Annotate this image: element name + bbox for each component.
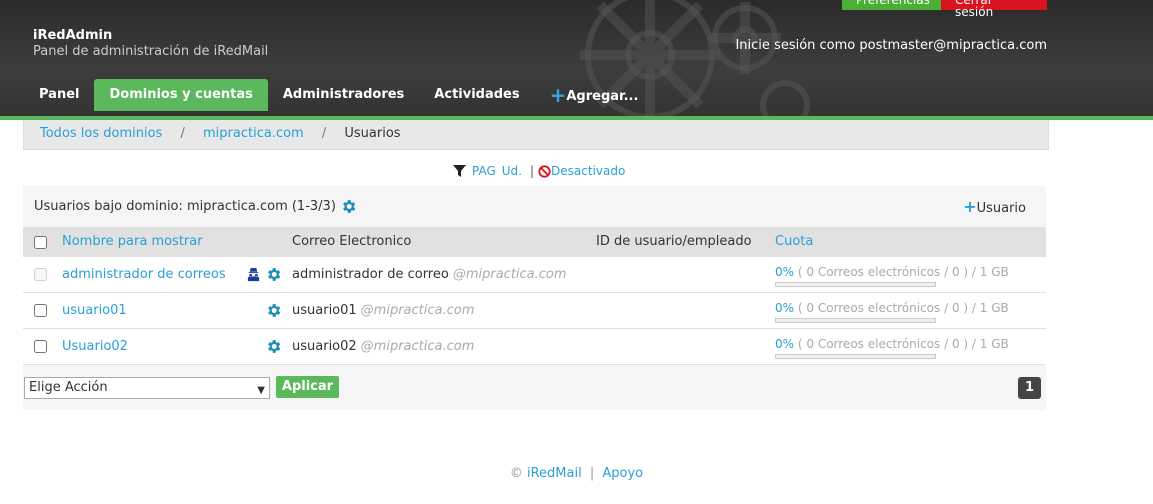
email-domain: @mipractica.com	[360, 339, 475, 354]
column-quota[interactable]: Cuota	[775, 227, 813, 257]
add-user-button[interactable]: +Usuario	[963, 197, 1026, 216]
row-checkbox-cell	[34, 329, 47, 364]
header-checkbox-cell	[34, 227, 47, 257]
gear-icon[interactable]	[265, 302, 282, 319]
user-display-name[interactable]: Usuario02	[62, 329, 128, 364]
nav-panel[interactable]: Panel	[24, 79, 94, 111]
quota-detail: ( 0 Correos electrónicos / 0 ) / 1 GB	[797, 301, 1009, 315]
logout-button[interactable]: Cerrar sesión	[941, 0, 1047, 18]
row-icons	[242, 257, 282, 292]
login-info: Inicie sesión como postmaster@mipractica…	[735, 38, 1047, 53]
add-user-label: Usuario	[976, 201, 1026, 216]
filter-separator: |	[529, 164, 535, 178]
quota-bar	[775, 318, 936, 323]
email-domain: @mipractica.com	[360, 303, 475, 318]
row-checkbox[interactable]	[34, 340, 47, 353]
quota-bar	[775, 282, 936, 287]
gear-icon[interactable]	[265, 338, 282, 355]
row-icons	[242, 329, 282, 364]
gear-icon[interactable]	[265, 266, 282, 283]
table-row: Usuario02 usuario02 @mipractica.com 0% ( …	[23, 329, 1046, 365]
column-user-id: ID de usuario/empleado	[596, 234, 752, 249]
preferences-button[interactable]: Preferencias	[842, 0, 941, 10]
action-select-value: Elige Acción	[29, 380, 108, 395]
quota-detail: ( 0 Correos electrónicos / 0 ) / 1 GB	[797, 265, 1009, 279]
table-row: administrador de correos administrador d…	[23, 257, 1046, 293]
chevron-down-icon: ▼	[257, 385, 265, 396]
table-header: Nombre para mostrar Correo Electronico I…	[23, 227, 1046, 257]
email-user: administrador de correo	[292, 267, 449, 282]
user-display-name[interactable]: usuario01	[62, 293, 127, 328]
disabled-icon	[538, 164, 551, 178]
nav-add-label: Agregar...	[566, 89, 639, 104]
app-title: iRedAdmin	[33, 28, 113, 43]
email-domain: @mipractica.com	[452, 267, 567, 282]
breadcrumb-all-domains[interactable]: Todos los dominios	[40, 126, 162, 141]
user-quota: 0% ( 0 Correos electrónicos / 0 ) / 1 GB	[775, 329, 1009, 364]
nav-activities[interactable]: Actividades	[419, 79, 534, 111]
user-email: usuario01 @mipractica.com	[292, 293, 474, 328]
nav-domains-accounts[interactable]: Dominios y cuentas	[94, 79, 268, 111]
quota-percent: 0%	[775, 265, 795, 279]
quota-text: 0% ( 0 Correos electrónicos / 0 ) / 1 GB	[775, 265, 1009, 279]
select-all-checkbox[interactable]	[34, 235, 47, 249]
user-email: usuario02 @mipractica.com	[292, 329, 474, 364]
breadcrumb-domain[interactable]: mipractica.com	[203, 126, 304, 141]
breadcrumb: Todos los dominios / mipractica.com / Us…	[23, 120, 1049, 150]
iredmail-link[interactable]: iRedMail	[527, 466, 582, 481]
breadcrumb-separator: /	[180, 126, 185, 141]
copyright-symbol: ©	[509, 466, 523, 481]
main-nav: Panel Dominios y cuentas Administradores…	[24, 79, 653, 111]
quota-percent: 0%	[775, 301, 795, 315]
page-footer: © iRedMail | Apoyo	[0, 466, 1153, 481]
header: iRedAdmin Panel de administración de iRe…	[0, 0, 1153, 116]
filter-disabled-link[interactable]: Desactivado	[551, 164, 625, 178]
quota-detail: ( 0 Correos electrónicos / 0 ) / 1 GB	[797, 337, 1009, 351]
row-icons	[242, 293, 282, 328]
admin-spy-icon	[247, 267, 260, 282]
row-checkbox-cell	[34, 257, 47, 292]
table-row: usuario01 usuario01 @mipractica.com 0% ( …	[23, 293, 1046, 329]
row-checkbox	[34, 268, 47, 281]
row-checkbox-cell	[34, 293, 47, 328]
nav-administrators[interactable]: Administradores	[268, 79, 419, 111]
gear-icon[interactable]	[340, 198, 357, 215]
nav-add[interactable]: +Agregar...	[535, 79, 654, 111]
quota-bar	[775, 354, 936, 359]
support-link[interactable]: Apoyo	[602, 466, 643, 481]
column-quota-label: Cuota	[775, 234, 814, 249]
actions-bar: Elige Acción ▼ Aplicar 1	[23, 376, 1046, 410]
breadcrumb-separator: /	[321, 126, 327, 141]
page-1-button[interactable]: 1	[1018, 377, 1041, 399]
filter-bar: PAG Ud. | Desactivado	[453, 164, 625, 178]
column-email: Correo Electronico	[292, 234, 412, 249]
column-display-name-label: Nombre para mostrar	[62, 234, 203, 249]
email-user: usuario01	[292, 303, 357, 318]
app-subtitle: Panel de administración de iRedMail	[33, 44, 269, 59]
quota-text: 0% ( 0 Correos electrónicos / 0 ) / 1 GB	[775, 301, 1009, 315]
panel-title-text: Usuarios bajo dominio: mipractica.com (1…	[34, 199, 336, 214]
user-email: administrador de correo @mipractica.com	[292, 257, 567, 292]
action-select[interactable]: Elige Acción ▼	[24, 377, 270, 399]
plus-icon: +	[963, 197, 977, 216]
user-quota: 0% ( 0 Correos electrónicos / 0 ) / 1 GB	[775, 257, 1009, 292]
user-quota: 0% ( 0 Correos electrónicos / 0 ) / 1 GB	[775, 293, 1009, 328]
filter-pag-link[interactable]: PAG	[472, 164, 496, 178]
quota-percent: 0%	[775, 337, 795, 351]
email-user: usuario02	[292, 339, 357, 354]
quota-text: 0% ( 0 Correos electrónicos / 0 ) / 1 GB	[775, 337, 1009, 351]
plus-icon: +	[549, 83, 567, 107]
breadcrumb-current: Usuarios	[344, 126, 401, 141]
user-display-name[interactable]: administrador de correos	[62, 257, 226, 292]
row-checkbox[interactable]	[34, 304, 47, 317]
panel-title: Usuarios bajo dominio: mipractica.com (1…	[34, 198, 357, 215]
apply-button[interactable]: Aplicar	[276, 376, 339, 398]
filter-icon	[453, 164, 466, 177]
filter-ud-link[interactable]: Ud.	[502, 164, 522, 178]
footer-separator: |	[589, 466, 595, 481]
users-panel: Usuarios bajo dominio: mipractica.com (1…	[23, 186, 1046, 410]
column-display-name[interactable]: Nombre para mostrar	[62, 227, 203, 257]
